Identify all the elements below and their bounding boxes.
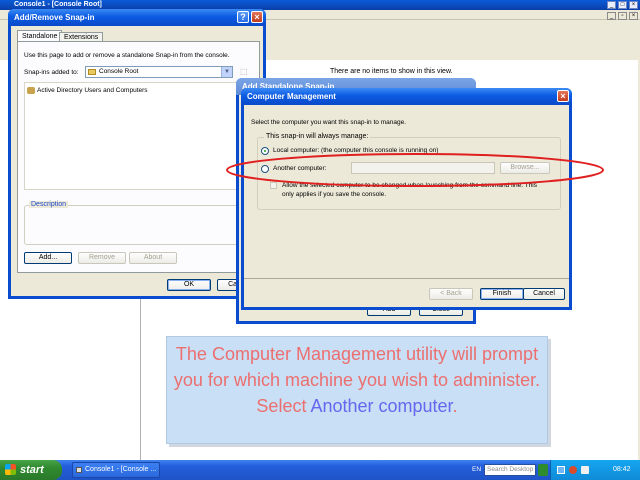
child-restore-icon[interactable]: ▫ [618, 12, 627, 20]
up-one-level-icon[interactable]: ⬚ [240, 67, 250, 77]
back-button[interactable]: < Back [429, 288, 473, 300]
about-button[interactable]: About [129, 252, 177, 264]
maximize-icon[interactable]: □ [618, 1, 627, 9]
description-label: Description [29, 201, 69, 208]
help-icon[interactable]: ? [237, 11, 249, 23]
list-item-label: Active Directory Users and Computers [37, 87, 148, 94]
manage-group-label: This snap-in will always manage: [264, 133, 371, 140]
minimize-icon[interactable]: _ [607, 1, 616, 9]
empty-view-message: There are no items to show in this view. [330, 68, 453, 75]
taskbar-item-label: Console1 - [Console ... [85, 466, 157, 473]
cancel-button[interactable]: Cancel [523, 288, 565, 300]
snapins-added-to-select[interactable]: Console Root ▼ [85, 66, 233, 78]
wizard-divider [244, 278, 569, 279]
clock[interactable]: 08:42 [613, 466, 631, 473]
snapins-added-to-label: Snap-ins added to: [24, 69, 79, 76]
ok-button[interactable]: OK [167, 279, 211, 291]
search-go-icon[interactable] [538, 464, 548, 476]
list-item[interactable]: Active Directory Users and Computers [27, 87, 148, 94]
add-remove-title: Add/Remove Snap-in [14, 13, 95, 22]
folder-icon [88, 69, 96, 75]
close-icon[interactable]: × [629, 1, 638, 9]
close-icon[interactable]: × [251, 11, 263, 23]
system-tray: 08:42 [550, 460, 640, 480]
computer-management-title-bar[interactable]: Computer Management × [241, 88, 572, 105]
snapins-added-to-value: Console Root [99, 68, 139, 75]
instruction-text: Use this page to add or remove a standal… [24, 52, 230, 59]
users-icon [27, 87, 35, 94]
wizard-instruction: Select the computer you want this snap-i… [251, 119, 407, 126]
network-icon[interactable] [557, 466, 565, 474]
remove-button[interactable]: Remove [78, 252, 126, 264]
volume-icon[interactable] [581, 466, 589, 474]
caption-highlight: Another computer [310, 396, 453, 416]
chevron-down-icon[interactable]: ▼ [221, 67, 232, 77]
start-button[interactable]: start [0, 460, 62, 480]
description-group: Description [24, 201, 253, 245]
computer-management-title: Computer Management [247, 92, 336, 101]
child-close-icon[interactable]: × [629, 12, 638, 20]
finish-button[interactable]: Finish [480, 288, 524, 300]
snapin-list[interactable]: Active Directory Users and Computers [24, 82, 253, 190]
security-icon[interactable] [569, 466, 577, 474]
add-remove-title-bar[interactable]: Add/Remove Snap-in ? × [8, 9, 266, 26]
taskbar-item-console[interactable]: Console1 - [Console ... [72, 462, 160, 478]
search-placeholder: Search Desktop [487, 466, 534, 473]
close-icon[interactable]: × [557, 90, 569, 102]
caption-box: The Computer Management utility will pro… [166, 336, 548, 444]
add-button[interactable]: Add... [24, 252, 72, 264]
console-app-icon [76, 467, 82, 473]
language-indicator[interactable]: EN [472, 466, 481, 473]
caption-end: . [452, 396, 458, 416]
start-label: start [20, 464, 44, 476]
windows-logo-icon [5, 464, 16, 475]
highlight-ellipse [226, 153, 604, 187]
desktop-search-input[interactable]: Search Desktop [484, 464, 536, 476]
console-window-buttons: _ □ × [607, 1, 638, 9]
computer-management-dialog: Computer Management × Select the compute… [241, 88, 572, 310]
child-minimize-icon[interactable]: _ [607, 12, 616, 20]
console-child-window-buttons: _ ▫ × [607, 12, 638, 20]
console-title: Console1 - [Console Root] [14, 1, 102, 8]
